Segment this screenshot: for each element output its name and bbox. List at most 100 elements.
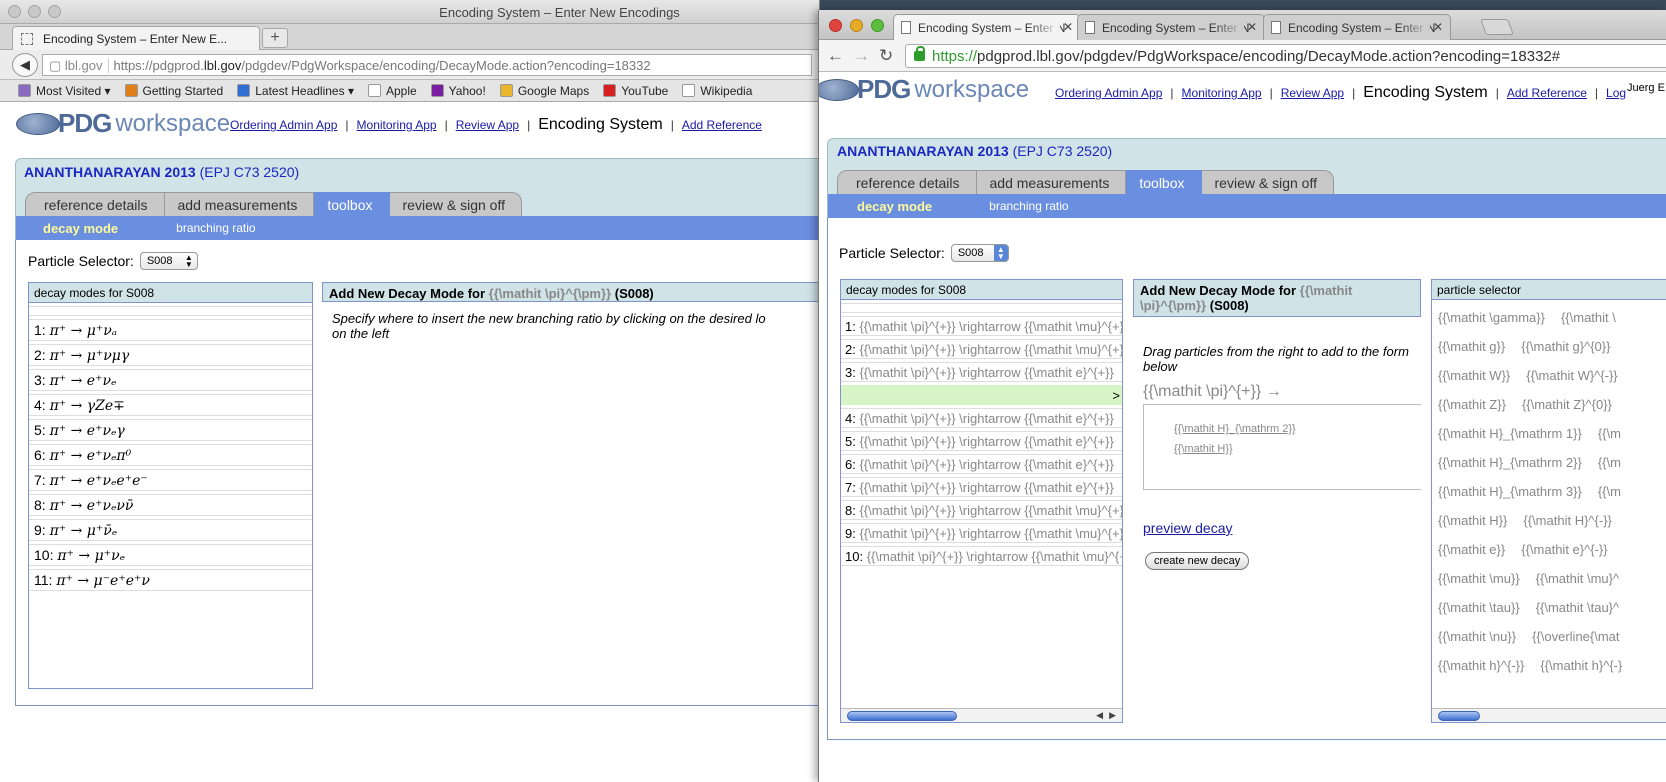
- browser-tab[interactable]: Encoding System – Enter New E...: [12, 26, 260, 50]
- particle-chip[interactable]: {{\m: [1598, 484, 1621, 499]
- particle-chip[interactable]: {{\mathit \tau}^: [1536, 600, 1619, 615]
- forward-arrow-icon[interactable]: →: [853, 46, 870, 66]
- particle-chip[interactable]: {{\mathit W}^{-}}: [1526, 368, 1617, 383]
- particle-chip[interactable]: {{\mathit g}^{0}}: [1521, 339, 1610, 354]
- bookmark-item[interactable]: Wikipedia: [682, 84, 752, 98]
- monitoring-app-link[interactable]: Monitoring App: [357, 118, 437, 132]
- decay-mode-row[interactable]: 3: {{\mathit \pi}^{+}} \rightarrow {{\ma…: [841, 362, 1122, 382]
- particle-chip[interactable]: {{\mathit h}^{-}: [1540, 658, 1622, 673]
- decay-mode-row[interactable]: 6: {{\mathit \pi}^{+}} \rightarrow {{\ma…: [841, 454, 1122, 474]
- bookmark-item[interactable]: Getting Started: [124, 84, 223, 98]
- decay-mode-row[interactable]: 10: {{\mathit \pi}^{+}} \rightarrow {{\m…: [841, 546, 1122, 566]
- insert-position-marker[interactable]: >: [841, 385, 1122, 405]
- horizontal-scrollbar[interactable]: [1432, 708, 1666, 722]
- zoom-window-button[interactable]: [871, 19, 884, 32]
- decay-mode-row[interactable]: 9: π⁺ → μ⁺ν̄ₑ: [29, 519, 312, 541]
- back-arrow-icon[interactable]: ←: [827, 46, 844, 66]
- review-app-link[interactable]: Review App: [1281, 86, 1344, 100]
- bookmark-item[interactable]: Yahoo!: [430, 84, 486, 98]
- particle-chip[interactable]: {{\mathit H}^{-}}: [1523, 513, 1612, 528]
- chrome-tab-2[interactable]: Encoding System – Enter N ✕: [1077, 14, 1265, 40]
- particle-chip[interactable]: {{\mathit g}}: [1438, 339, 1505, 354]
- decay-mode-row[interactable]: 7: {{\mathit \pi}^{+}} \rightarrow {{\ma…: [841, 477, 1122, 497]
- particle-chip[interactable]: {{\mathit \mu}}: [1438, 571, 1520, 586]
- particle-chip[interactable]: {{\mathit e}}: [1438, 542, 1505, 557]
- pdg-workspace-logo[interactable]: PDG workspace: [16, 108, 230, 139]
- close-tab-icon[interactable]: ✕: [1247, 20, 1257, 34]
- pdg-workspace-logo[interactable]: PDG workspace: [819, 74, 1029, 105]
- close-tab-icon[interactable]: ✕: [1433, 20, 1443, 34]
- reload-icon[interactable]: ↻: [879, 46, 893, 66]
- minimize-window-button[interactable]: [850, 19, 863, 32]
- decay-mode-row[interactable]: 9: {{\mathit \pi}^{+}} \rightarrow {{\ma…: [841, 523, 1122, 543]
- particle-chip[interactable]: {{\mathit \: [1561, 310, 1616, 325]
- chrome-tab-1[interactable]: Encoding System – Enter N ✕: [893, 14, 1081, 40]
- decay-mode-row[interactable]: 2: π⁺ → μ⁺νμγ: [29, 344, 312, 366]
- chrome-tab-3[interactable]: Encoding System – Enter N ✕: [1263, 14, 1451, 40]
- particle-chip[interactable]: {{\mathit \mu}^: [1536, 571, 1619, 586]
- subnav-decay-mode[interactable]: decay mode: [43, 221, 118, 236]
- close-tab-icon[interactable]: ✕: [1063, 20, 1073, 34]
- add-reference-link[interactable]: Add Reference: [1507, 86, 1587, 100]
- particle-chip[interactable]: {{\mathit W}}: [1438, 368, 1510, 383]
- new-tab-button[interactable]: [1480, 19, 1514, 35]
- url-bar[interactable]: ▢ lbl.gov https://pdgprod.lbl.gov/pdgdev/…: [42, 54, 812, 76]
- decay-mode-row[interactable]: 8: {{\mathit \pi}^{+}} \rightarrow {{\ma…: [841, 500, 1122, 520]
- review-app-link[interactable]: Review App: [456, 118, 519, 132]
- subnav-decay-mode[interactable]: decay mode: [857, 199, 932, 214]
- insert-slot[interactable]: [29, 306, 312, 316]
- insert-slot[interactable]: [841, 303, 1122, 313]
- particle-chip[interactable]: {{\mathit H}}: [1438, 513, 1507, 528]
- window-titlebar[interactable]: Encoding System – Enter New Encodings: [0, 0, 819, 24]
- close-window-button[interactable]: [829, 19, 842, 32]
- logout-link[interactable]: Log: [1606, 86, 1626, 100]
- subnav-branching-ratio[interactable]: branching ratio: [989, 199, 1068, 213]
- subnav-branching-ratio[interactable]: branching ratio: [176, 221, 255, 235]
- particle-chip[interactable]: {{\m: [1598, 455, 1621, 470]
- product-h2-link[interactable]: {{\mathit H}_{\mathrm 2}}: [1174, 423, 1421, 435]
- particle-chip[interactable]: {{\mathit H}_{\mathrm 2}}: [1438, 455, 1582, 470]
- step-tab-3[interactable]: toolbox: [308, 192, 390, 216]
- bookmark-item[interactable]: Most Visited ▾: [18, 84, 111, 98]
- add-reference-link[interactable]: Add Reference: [682, 118, 762, 132]
- particle-chip[interactable]: {{\mathit e}^{-}}: [1521, 542, 1607, 557]
- particle-chip[interactable]: {{\mathit Z}^{0}}: [1522, 397, 1612, 412]
- decay-mode-row[interactable]: 1: {{\mathit \pi}^{+}} \rightarrow {{\ma…: [841, 316, 1122, 336]
- decay-mode-row[interactable]: 5: {{\mathit \pi}^{+}} \rightarrow {{\ma…: [841, 431, 1122, 451]
- preview-decay-link[interactable]: preview decay: [1143, 520, 1233, 536]
- create-new-decay-button[interactable]: create new decay: [1145, 552, 1250, 570]
- new-tab-button[interactable]: +: [262, 28, 288, 48]
- step-tab-1[interactable]: reference details: [25, 192, 165, 216]
- particle-select[interactable]: S008 ▲ ▼: [139, 252, 198, 270]
- step-tab-1[interactable]: reference details: [837, 170, 977, 194]
- decay-mode-row[interactable]: 11: π⁺ → μ⁻e⁺e⁺ν: [29, 569, 312, 591]
- omnibox[interactable]: https://pdgprod.lbl.gov/pdgdev/PdgWorksp…: [905, 44, 1666, 68]
- step-tab-2[interactable]: add measurements: [158, 192, 315, 216]
- particle-select[interactable]: S008 ▲ ▼: [950, 244, 1009, 262]
- decay-mode-row[interactable]: 5: π⁺ → e⁺νₑγ: [29, 419, 312, 441]
- particle-chip[interactable]: {{\mathit H}_{\mathrm 1}}: [1438, 426, 1582, 441]
- particle-chip[interactable]: {{\mathit h}^{-}}: [1438, 658, 1524, 673]
- decay-mode-row[interactable]: 4: π⁺ → γZe∓: [29, 394, 312, 416]
- bookmark-item[interactable]: Latest Headlines ▾: [237, 84, 354, 98]
- decay-mode-row[interactable]: 10: π⁺ → μ⁺νₑ: [29, 544, 312, 566]
- step-tab-4[interactable]: review & sign off: [383, 192, 522, 216]
- decay-products-dropzone[interactable]: {{\mathit H}_{\mathrm 2}} {{\mathit H}}: [1143, 404, 1421, 490]
- ordering-admin-app-link[interactable]: Ordering Admin App: [230, 118, 337, 132]
- back-button[interactable]: ◀: [12, 53, 38, 77]
- decay-mode-row[interactable]: 2: {{\mathit \pi}^{+}} \rightarrow {{\ma…: [841, 339, 1122, 359]
- particle-chip[interactable]: {{\mathit H}_{\mathrm 3}}: [1438, 484, 1582, 499]
- particle-chip[interactable]: {{\mathit \nu}}: [1438, 629, 1516, 644]
- ordering-admin-app-link[interactable]: Ordering Admin App: [1055, 86, 1162, 100]
- particle-chip[interactable]: {{\overline{\mat: [1532, 629, 1619, 644]
- particle-chip[interactable]: {{\m: [1598, 426, 1621, 441]
- decay-mode-row[interactable]: 6: π⁺ → e⁺νₑπ⁰: [29, 444, 312, 466]
- bookmark-item[interactable]: Google Maps: [499, 84, 589, 98]
- decay-mode-row[interactable]: 3: π⁺ → e⁺νₑ: [29, 369, 312, 391]
- bookmark-item[interactable]: Apple: [367, 84, 417, 98]
- step-tab-2[interactable]: add measurements: [970, 170, 1127, 194]
- decay-mode-row[interactable]: 8: π⁺ → e⁺νₑνν̄: [29, 494, 312, 516]
- step-tab-4[interactable]: review & sign off: [1195, 170, 1334, 194]
- particle-chip[interactable]: {{\mathit \tau}}: [1438, 600, 1520, 615]
- scrollbar-thumb[interactable]: [1438, 711, 1480, 721]
